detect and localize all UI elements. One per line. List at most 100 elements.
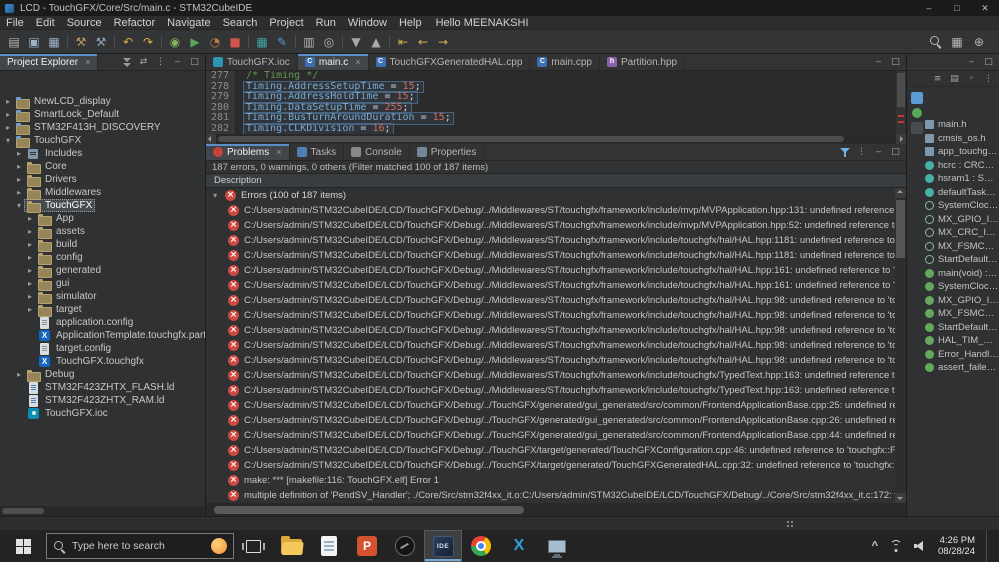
tree-item[interactable]: ▸NewLCD_display	[0, 95, 205, 108]
minimize-view-icon[interactable]: ‒	[170, 55, 185, 69]
scroll-up-icon[interactable]	[895, 188, 906, 198]
maximize-view-icon[interactable]: □	[981, 55, 996, 69]
scrollbar-thumb[interactable]	[896, 200, 905, 258]
problem-row[interactable]: ×C:/Users/admin/STM32CubeIDE/LCD/TouchGF…	[206, 308, 895, 323]
tree-item[interactable]: ▸assets	[0, 225, 205, 238]
filter-icon[interactable]	[837, 145, 852, 159]
maximize-view-icon[interactable]: □	[888, 145, 903, 159]
tree-item[interactable]: ▸generated	[0, 264, 205, 277]
expanded-arrow-icon[interactable]: ▾	[210, 191, 220, 200]
tree-item[interactable]: ▸simulator	[0, 290, 205, 303]
outline-item[interactable]: StartDefaultTask(void*) : void	[925, 253, 999, 267]
minimize-view-icon[interactable]: ‒	[964, 55, 979, 69]
tree-item[interactable]: STM32F423ZHTX_RAM.ld	[0, 394, 205, 407]
problem-row[interactable]: ×C:/Users/admin/STM32CubeIDE/LCD/TouchGF…	[206, 293, 895, 308]
problem-row[interactable]: ×multiple definition of 'PendSV_Handler'…	[206, 488, 895, 503]
maximize-view-icon[interactable]: □	[888, 55, 903, 69]
window-close-button[interactable]: ✕	[971, 0, 999, 16]
link-editor-icon[interactable]: ⇄	[136, 55, 151, 69]
stm32cubeide-taskbar-button[interactable]	[424, 530, 462, 562]
tree-item[interactable]: ▸Middlewares	[0, 186, 205, 199]
view-tab-problems[interactable]: Problems×	[206, 144, 290, 160]
problem-row[interactable]: ×C:/Users/admin/STM32CubeIDE/LCD/TouchGF…	[206, 263, 895, 278]
problem-row[interactable]: ×C:/Users/admin/STM32CubeIDE/LCD/TouchGF…	[206, 248, 895, 263]
build-icon[interactable]: ⚒	[71, 33, 91, 51]
collapsed-arrow-icon[interactable]: ▸	[3, 97, 13, 106]
hide-static-icon[interactable]: ◦	[964, 72, 979, 86]
search-icon[interactable]	[925, 33, 945, 51]
profile-icon[interactable]: ◔	[205, 33, 225, 51]
collapsed-arrow-icon[interactable]: ▸	[25, 240, 35, 249]
tree-item[interactable]: target.config	[0, 342, 205, 355]
hidden-icons-chevron[interactable]: ^	[872, 540, 878, 552]
sort-icon[interactable]: ≡	[930, 72, 945, 86]
editor-tab-TouchGFXGeneratedHAL.cpp[interactable]: CTouchGFXGeneratedHAL.cpp	[369, 54, 531, 70]
menu-item-project[interactable]: Project	[263, 17, 309, 29]
collapsed-arrow-icon[interactable]: ▸	[3, 110, 13, 119]
collapsed-arrow-icon[interactable]: ▸	[25, 266, 35, 275]
outline-item[interactable]: MX_CRC_Init(void) : void	[925, 226, 999, 240]
start-button[interactable]	[0, 530, 46, 562]
tree-item[interactable]: ▸target	[0, 303, 205, 316]
menu-item-help[interactable]: Help	[393, 17, 428, 29]
resize-grip[interactable]	[786, 520, 794, 528]
taskbar-search-input[interactable]: Type here to search	[46, 533, 234, 559]
tab-close-icon[interactable]: ×	[276, 147, 281, 157]
wifi-icon[interactable]	[889, 540, 903, 552]
menu-item-edit[interactable]: Edit	[30, 17, 61, 29]
outline-item[interactable]: main(void) : int	[925, 267, 999, 281]
menu-item-file[interactable]: File	[0, 17, 30, 29]
problem-row[interactable]: ×C:/Users/admin/STM32CubeIDE/LCD/TouchGF…	[206, 368, 895, 383]
dark-app-taskbar-button[interactable]	[386, 530, 424, 562]
powerpoint-taskbar-button[interactable]	[348, 530, 386, 562]
menu-item-search[interactable]: Search	[217, 17, 264, 29]
project-tree-hscrollbar[interactable]	[0, 506, 205, 516]
expanded-arrow-icon[interactable]: ▾	[3, 136, 13, 145]
tree-item[interactable]: ▸Debug	[0, 368, 205, 381]
scrollbar-thumb[interactable]	[897, 73, 905, 107]
new-wizard-icon[interactable]: ▤	[4, 33, 24, 51]
file-explorer-taskbar-button[interactable]	[272, 530, 310, 562]
run-icon[interactable]: ▶	[185, 33, 205, 51]
outline-item[interactable]: main.h	[925, 118, 999, 132]
document-taskbar-button[interactable]	[310, 530, 348, 562]
problem-row[interactable]: ×C:/Users/admin/STM32CubeIDE/LCD/TouchGF…	[206, 428, 895, 443]
outline-item[interactable]: MX_FSMC_Init(void) : void	[925, 240, 999, 254]
outline-item[interactable]: cmsis_os.h	[925, 132, 999, 146]
task-view-taskbar-button[interactable]	[234, 530, 272, 562]
hide-fields-icon[interactable]: ▤	[947, 72, 962, 86]
menu-item-source[interactable]: Source	[61, 17, 108, 29]
tab-close-icon[interactable]: ×	[355, 57, 360, 67]
maximize-view-icon[interactable]: □	[187, 55, 202, 69]
minimize-view-icon[interactable]: ‒	[871, 55, 886, 69]
tree-item[interactable]: ▸Core	[0, 160, 205, 173]
stop-icon[interactable]: ■	[225, 33, 245, 51]
problem-row[interactable]: ×C:/Users/admin/STM32CubeIDE/LCD/TouchGF…	[206, 218, 895, 233]
open-perspective-icon[interactable]: ⊕	[969, 33, 989, 51]
menu-item-refactor[interactable]: Refactor	[108, 17, 162, 29]
collapsed-arrow-icon[interactable]: ▸	[3, 123, 13, 132]
scrollbar-track[interactable]	[216, 134, 896, 144]
next-annotation-icon[interactable]: ▼	[346, 33, 366, 51]
collapse-all-icon[interactable]	[119, 55, 134, 69]
problem-row[interactable]: ×C:/Users/admin/STM32CubeIDE/LCD/TouchGF…	[206, 323, 895, 338]
x-app-taskbar-button[interactable]	[500, 530, 538, 562]
chrome-taskbar-button[interactable]	[462, 530, 500, 562]
problem-row[interactable]: ×C:/Users/admin/STM32CubeIDE/LCD/TouchGF…	[206, 233, 895, 248]
problem-row[interactable]: ×C:/Users/admin/STM32CubeIDE/LCD/TouchGF…	[206, 443, 895, 458]
problem-row[interactable]: ×C:/Users/admin/STM32CubeIDE/LCD/TouchGF…	[206, 278, 895, 293]
tab-close-icon[interactable]: ×	[85, 57, 90, 67]
tree-item[interactable]: ▸Drivers	[0, 173, 205, 186]
collapsed-arrow-icon[interactable]: ▸	[14, 188, 24, 197]
collapsed-arrow-icon[interactable]: ▸	[14, 149, 24, 158]
problem-row[interactable]: ×C:/Users/admin/STM32CubeIDE/LCD/TouchGF…	[206, 203, 895, 218]
problem-row[interactable]: ×C:/Users/admin/STM32CubeIDE/LCD/TouchGF…	[206, 338, 895, 353]
green-dot-icon[interactable]	[912, 108, 922, 118]
scrollbar-thumb[interactable]	[218, 136, 844, 142]
tree-item[interactable]: ▾TouchGFX	[0, 134, 205, 147]
problem-row[interactable]: ×make: *** [makefile:116: TouchGFX.elf] …	[206, 473, 895, 488]
view-menu-icon[interactable]: ⋮	[981, 72, 996, 86]
minimize-view-icon[interactable]: ‒	[871, 145, 886, 159]
menu-item-window[interactable]: Window	[342, 17, 393, 29]
problem-row[interactable]: ×C:/Users/admin/STM32CubeIDE/LCD/TouchGF…	[206, 398, 895, 413]
